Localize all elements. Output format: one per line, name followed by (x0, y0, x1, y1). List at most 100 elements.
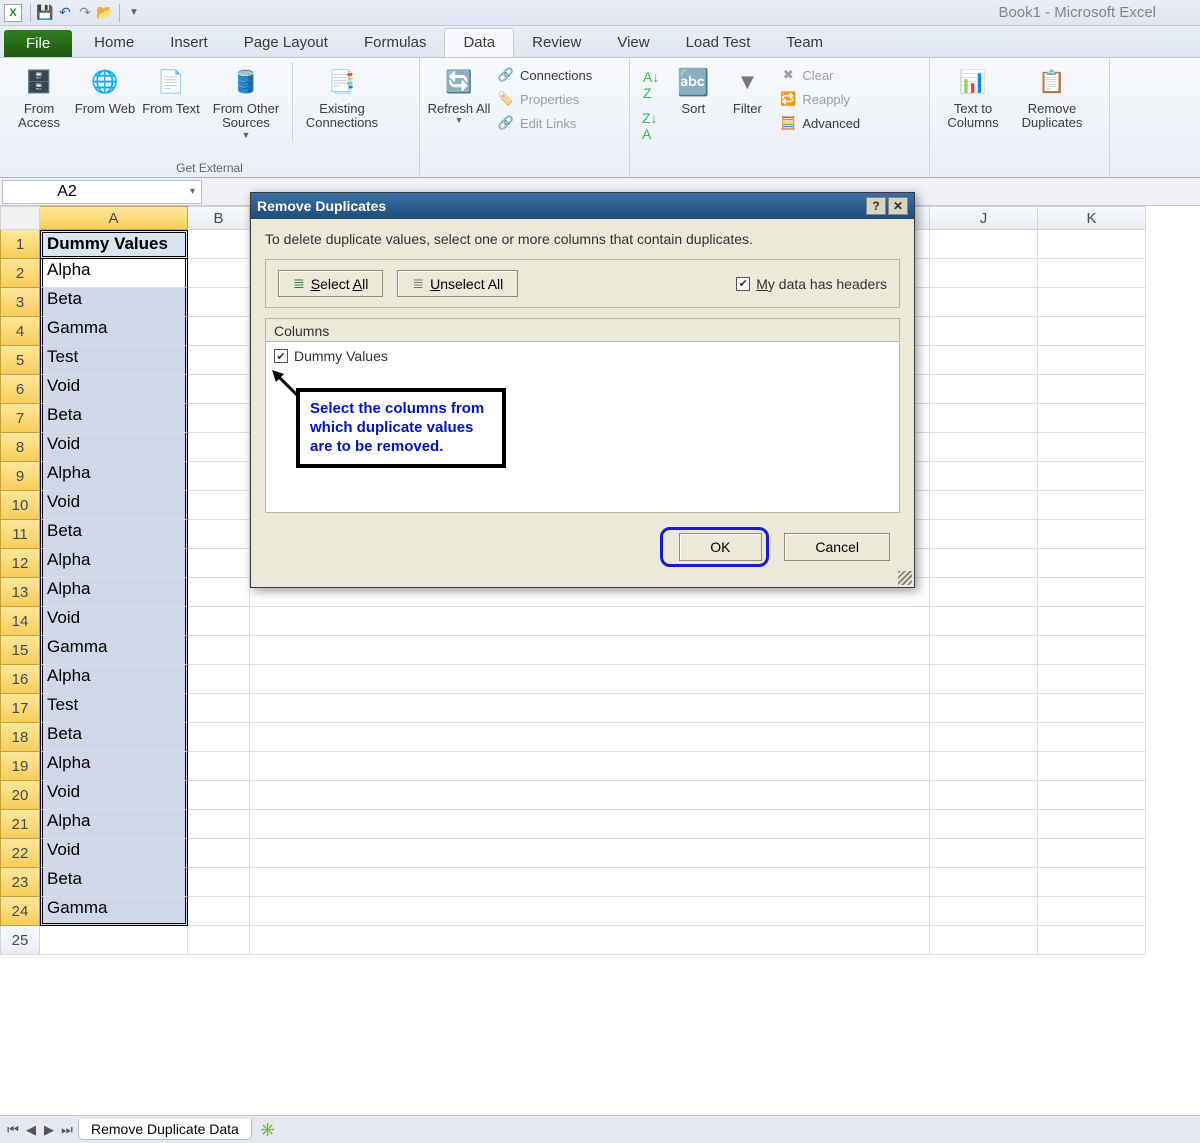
cell[interactable]: Void (40, 375, 188, 404)
cell[interactable]: Alpha (40, 462, 188, 491)
sort-asc-icon[interactable]: A↓Z (636, 66, 666, 104)
from-access-button[interactable]: 🗄️From Access (6, 62, 72, 133)
cell[interactable] (1038, 462, 1146, 491)
checkbox-icon[interactable]: ✔ (736, 277, 750, 291)
cell[interactable] (930, 723, 1038, 752)
cell[interactable] (188, 926, 250, 955)
tab-load-test[interactable]: Load Test (668, 29, 769, 57)
select-all-corner[interactable] (0, 206, 40, 230)
cell[interactable] (188, 636, 250, 665)
cell[interactable] (188, 549, 250, 578)
tab-insert[interactable]: Insert (152, 29, 226, 57)
row-header[interactable]: 14 (0, 607, 40, 636)
cell[interactable] (250, 926, 930, 955)
cell[interactable] (250, 723, 930, 752)
cancel-button[interactable]: Cancel (784, 533, 890, 561)
row-header[interactable]: 10 (0, 491, 40, 520)
cell[interactable] (188, 665, 250, 694)
row-header[interactable]: 24 (0, 897, 40, 926)
remove-duplicates-button[interactable]: 📋Remove Duplicates (1010, 62, 1094, 133)
cell[interactable] (1038, 607, 1146, 636)
cell[interactable] (188, 897, 250, 926)
tab-page-layout[interactable]: Page Layout (226, 29, 346, 57)
cell[interactable] (930, 520, 1038, 549)
cell[interactable] (188, 578, 250, 607)
cell[interactable] (1038, 433, 1146, 462)
cell[interactable] (1038, 375, 1146, 404)
cell[interactable] (930, 839, 1038, 868)
headers-checkbox-label[interactable]: ✔ My data has headers (736, 276, 887, 292)
cell[interactable] (250, 810, 930, 839)
cell[interactable] (1038, 723, 1146, 752)
sort-button[interactable]: 🔤Sort (666, 62, 720, 118)
cell[interactable] (250, 752, 930, 781)
cell[interactable] (930, 317, 1038, 346)
cell[interactable] (188, 491, 250, 520)
insert-sheet-icon[interactable]: ✳️ (260, 1122, 276, 1138)
cell[interactable]: Beta (40, 404, 188, 433)
cell[interactable] (1038, 288, 1146, 317)
cell[interactable]: Alpha (40, 549, 188, 578)
row-header[interactable]: 8 (0, 433, 40, 462)
cell[interactable]: Test (40, 346, 188, 375)
cell[interactable] (250, 897, 930, 926)
tab-nav-prev-icon[interactable]: ◀ (22, 1121, 40, 1139)
cell[interactable]: Void (40, 491, 188, 520)
tab-view[interactable]: View (599, 29, 667, 57)
tab-home[interactable]: Home (76, 29, 152, 57)
row-header[interactable]: 19 (0, 752, 40, 781)
cell[interactable] (930, 781, 1038, 810)
row-header[interactable]: 4 (0, 317, 40, 346)
cell[interactable] (930, 491, 1038, 520)
cell[interactable] (188, 375, 250, 404)
cell[interactable]: Beta (40, 520, 188, 549)
tab-data[interactable]: Data (444, 28, 514, 57)
cell[interactable] (1038, 346, 1146, 375)
cell[interactable]: Alpha (40, 578, 188, 607)
cell[interactable] (188, 433, 250, 462)
checkbox-icon[interactable]: ✔ (274, 349, 288, 363)
cell[interactable] (1038, 520, 1146, 549)
tab-review[interactable]: Review (514, 29, 599, 57)
cell[interactable] (930, 694, 1038, 723)
cell[interactable] (188, 781, 250, 810)
undo-icon[interactable]: ↶ (55, 3, 75, 23)
cell[interactable] (188, 839, 250, 868)
cell[interactable] (930, 288, 1038, 317)
cell[interactable] (1038, 404, 1146, 433)
row-header[interactable]: 13 (0, 578, 40, 607)
cell[interactable] (930, 578, 1038, 607)
cell[interactable]: Alpha (40, 810, 188, 839)
cell[interactable] (930, 259, 1038, 288)
cell[interactable] (930, 346, 1038, 375)
cell[interactable] (250, 781, 930, 810)
row-header[interactable]: 22 (0, 839, 40, 868)
cell[interactable]: Gamma (40, 636, 188, 665)
cell[interactable] (188, 694, 250, 723)
row-header[interactable]: 25 (0, 926, 40, 955)
unselect-all-button[interactable]: ≣Unselect All (397, 270, 518, 297)
row-header[interactable]: 23 (0, 868, 40, 897)
column-header-a[interactable]: A (40, 206, 188, 230)
cell[interactable] (188, 259, 250, 288)
cell[interactable] (250, 868, 930, 897)
cell[interactable] (1038, 665, 1146, 694)
help-button[interactable]: ? (866, 197, 886, 215)
cell[interactable] (250, 636, 930, 665)
row-header[interactable]: 11 (0, 520, 40, 549)
filter-button[interactable]: ▼Filter (720, 62, 774, 118)
row-header[interactable]: 18 (0, 723, 40, 752)
tab-file[interactable]: File (4, 30, 72, 57)
select-all-button[interactable]: ≣Select All (278, 270, 383, 297)
sort-desc-icon[interactable]: Z↓A (636, 108, 666, 144)
cell[interactable] (930, 462, 1038, 491)
row-header[interactable]: 3 (0, 288, 40, 317)
cell[interactable]: Dummy Values (40, 230, 188, 259)
cell[interactable] (188, 723, 250, 752)
cell[interactable] (930, 636, 1038, 665)
cell[interactable] (188, 810, 250, 839)
cell[interactable] (40, 926, 188, 955)
row-header[interactable]: 21 (0, 810, 40, 839)
cell[interactable]: Void (40, 433, 188, 462)
row-header[interactable]: 6 (0, 375, 40, 404)
